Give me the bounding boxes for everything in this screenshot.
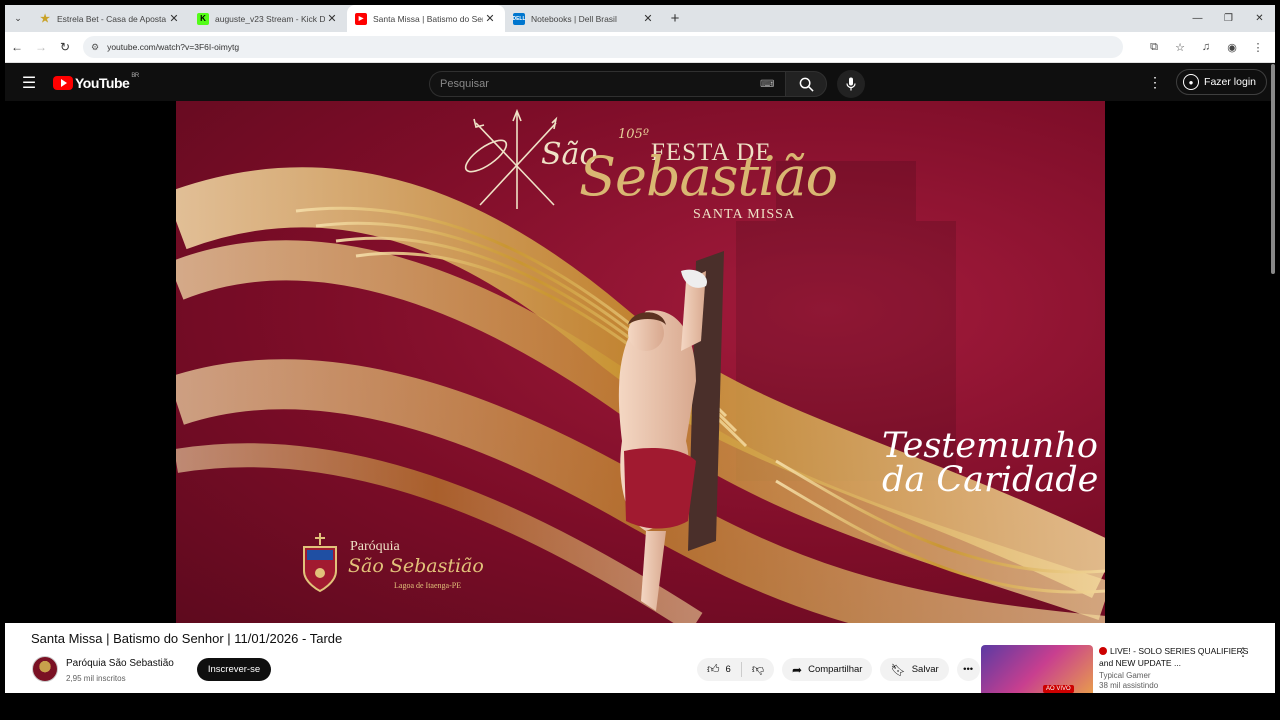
header-right: ⋮ ● Fazer login xyxy=(1140,69,1275,95)
like-dislike-group: 👍︎ 6 👎︎ xyxy=(697,658,775,681)
tab-search-chevron-icon[interactable]: ⌄ xyxy=(5,5,31,32)
bookmark-star-icon[interactable]: ☆ xyxy=(1167,41,1193,54)
tab-dell[interactable]: DELL Notebooks | Dell Brasil ✕ xyxy=(505,5,663,32)
close-icon[interactable]: ✕ xyxy=(641,12,655,25)
install-app-icon[interactable]: ⧉ xyxy=(1141,41,1167,54)
video-details: Santa Missa | Batismo do Senhor | 11/01/… xyxy=(5,623,1275,693)
like-button[interactable]: 👍︎ 6 xyxy=(697,658,741,681)
video-player[interactable]: 105º São FESTA DE Sebastião SANTA MISSA … xyxy=(5,101,1275,623)
recommended-info: LIVE! - SOLO SERIES QUALIFIERS and NEW U… xyxy=(1099,645,1249,690)
sign-in-label: Fazer login xyxy=(1204,76,1256,88)
video-actions: 👍︎ 6 👎︎ ➦ Compartilhar 🔖︎ Salvar ••• xyxy=(697,658,988,681)
dell-icon: DELL xyxy=(512,12,526,25)
recommended-thumbnail[interactable]: AO VIVO xyxy=(981,645,1093,693)
tab-title: auguste_v23 Stream - Kick Dash xyxy=(215,13,325,24)
channel-avatar[interactable] xyxy=(32,656,58,682)
youtube-icon: ▶ xyxy=(355,12,367,25)
browser-menu-icon[interactable]: ⋮ xyxy=(1245,41,1271,54)
subscriber-count: 2,95 mil inscritos xyxy=(66,674,126,683)
paroquia-location: Lagoa de Itaenga-PE xyxy=(394,581,462,590)
tab-title: Santa Missa | Batismo do Senho xyxy=(373,13,483,24)
address-bar[interactable]: ⚙ youtube.com/watch?v=3F6I-oimytg xyxy=(83,36,1123,58)
recommended-title[interactable]: LIVE! - SOLO SERIES QUALIFIERS and NEW U… xyxy=(1099,645,1249,669)
thumbs-up-icon: 👍︎ xyxy=(707,662,720,676)
media-controls-icon[interactable]: ♫ xyxy=(1193,41,1219,53)
recommended-viewers: 38 mil assistindo xyxy=(1099,681,1159,690)
tab-strip: ⌄ ★ Estrela Bet - Casa de Aposta Esp ✕ K… xyxy=(5,5,1275,32)
logo-text: YouTube xyxy=(75,74,130,91)
kick-icon: K xyxy=(197,12,209,25)
keyboard-icon[interactable]: ⌨ xyxy=(760,79,774,90)
site-info-icon[interactable]: ⚙ xyxy=(91,42,99,53)
reload-icon[interactable]: ↻ xyxy=(53,40,77,54)
recommended-channel[interactable]: Typical Gamer xyxy=(1099,671,1249,680)
save-button[interactable]: 🔖︎ Salvar xyxy=(880,658,949,681)
youtube-logo[interactable]: YouTube BR xyxy=(53,72,139,91)
page-scrollbar[interactable] xyxy=(1271,64,1275,274)
bookmark-icon: 🔖︎ xyxy=(890,662,906,677)
recommended-video[interactable]: AO VIVO LIVE! - SOLO SERIES QUALIFIERS a… xyxy=(981,645,1275,693)
like-count: 6 xyxy=(725,664,731,675)
dislike-button[interactable]: 👎︎ xyxy=(742,658,774,681)
tab-youtube[interactable]: ▶ Santa Missa | Batismo do Senho ✕ xyxy=(347,5,505,32)
save-label: Salvar xyxy=(911,664,939,675)
more-actions-button[interactable]: ••• xyxy=(956,658,980,681)
channel-name[interactable]: Paróquia São Sebastião xyxy=(66,658,174,669)
tab-estrela-bet[interactable]: ★ Estrela Bet - Casa de Aposta Esp ✕ xyxy=(31,5,189,32)
santa-missa-text: SANTA MISSA xyxy=(693,207,796,222)
tab-title: Notebooks | Dell Brasil xyxy=(531,13,617,24)
search-icon xyxy=(799,77,814,92)
url-text[interactable]: youtube.com/watch?v=3F6I-oimytg xyxy=(107,42,239,52)
star-icon: ★ xyxy=(40,13,50,25)
minimize-icon[interactable]: — xyxy=(1182,13,1213,24)
youtube-header: ☰ YouTube BR ⌨ ⋮ ● Fazer login xyxy=(5,64,1275,101)
close-window-icon[interactable]: ✕ xyxy=(1244,13,1275,24)
more-horizontal-icon: ••• xyxy=(963,664,974,675)
thumbs-down-icon: 👎︎ xyxy=(751,662,765,676)
navigation-bar: ← → ↻ ⚙ youtube.com/watch?v=3F6I-oimytg … xyxy=(5,32,1275,63)
close-icon[interactable]: ✕ xyxy=(325,12,339,25)
voice-search-button[interactable] xyxy=(837,70,865,98)
browser-window: ⌄ ★ Estrela Bet - Casa de Aposta Esp ✕ K… xyxy=(5,5,1275,693)
testemunho-line2: da Caridade xyxy=(882,460,1099,500)
live-dot-icon xyxy=(1099,647,1107,655)
video-frame[interactable]: 105º São FESTA DE Sebastião SANTA MISSA … xyxy=(176,101,1105,623)
search-bar: ⌨ xyxy=(429,70,865,98)
close-icon[interactable]: ✕ xyxy=(167,12,181,25)
settings-menu-icon[interactable]: ⋮ xyxy=(1140,74,1170,91)
testemunho-line1: Testemunho xyxy=(882,426,1098,466)
parish-shield-icon xyxy=(303,533,337,593)
edition-number: 105º xyxy=(618,127,649,142)
search-input[interactable] xyxy=(440,78,760,90)
sign-in-button[interactable]: ● Fazer login xyxy=(1176,69,1267,95)
share-button[interactable]: ➦ Compartilhar xyxy=(782,658,873,681)
recommended-menu-icon[interactable]: ⋮ xyxy=(1237,645,1249,659)
tab-kick[interactable]: K auguste_v23 Stream - Kick Dash ✕ xyxy=(189,5,347,32)
region-code: BR xyxy=(131,72,139,79)
window-controls: — ❐ ✕ xyxy=(1182,5,1275,32)
microphone-icon xyxy=(846,77,856,91)
share-icon: ➦ xyxy=(792,662,803,677)
subscribe-button[interactable]: Inscrever-se xyxy=(197,658,271,681)
paroquia-name: São Sebastião xyxy=(348,555,484,577)
search-button[interactable] xyxy=(785,71,827,97)
menu-icon[interactable]: ☰ xyxy=(5,73,53,93)
restore-icon[interactable]: ❐ xyxy=(1213,13,1244,24)
search-box[interactable]: ⌨ xyxy=(429,71,785,97)
toolbar-actions: ⧉ ☆ ♫ ◉ ⋮ xyxy=(1141,41,1275,54)
new-tab-icon[interactable]: + xyxy=(663,10,687,27)
profile-icon[interactable]: ◉ xyxy=(1219,41,1245,54)
paroquia-label: Paróquia xyxy=(350,539,400,554)
forward-icon[interactable]: → xyxy=(29,40,53,54)
tab-title: Estrela Bet - Casa de Aposta Esp xyxy=(57,13,167,24)
back-icon[interactable]: ← xyxy=(5,40,29,54)
video-title: Santa Missa | Batismo do Senhor | 11/01/… xyxy=(31,631,343,646)
close-icon[interactable]: ✕ xyxy=(483,12,497,25)
sebastiao-text: Sebastião xyxy=(579,145,838,208)
testemunho-text: Testemunho da Caridade xyxy=(882,426,1099,500)
user-icon: ● xyxy=(1183,74,1200,90)
live-badge: AO VIVO xyxy=(1043,685,1074,693)
share-label: Compartilhar xyxy=(808,664,863,675)
youtube-play-icon xyxy=(53,75,73,90)
